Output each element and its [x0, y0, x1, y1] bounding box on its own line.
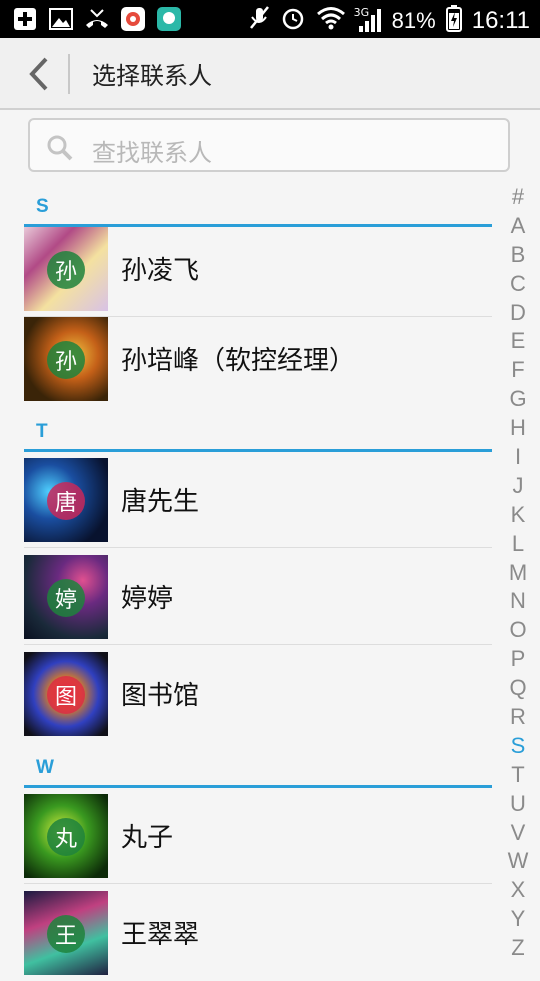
avatar: 丸 [24, 794, 108, 878]
avatar: 孙 [24, 227, 108, 311]
index-letter[interactable]: L [505, 530, 531, 559]
avatar: 王 [24, 891, 108, 975]
index-letter[interactable]: O [505, 616, 531, 645]
contact-row[interactable]: 唐 唐先生 [24, 452, 492, 548]
contact-row[interactable]: 王 王翠翠 [24, 885, 492, 981]
index-letter[interactable]: S [505, 732, 531, 761]
index-letter[interactable]: Z [505, 934, 531, 963]
image-icon [48, 6, 74, 32]
plus-square-icon [12, 6, 38, 32]
back-button[interactable] [18, 52, 58, 96]
mute-icon [248, 5, 270, 37]
contact-name: 孙培峰（软控经理） [121, 346, 356, 376]
contact-row[interactable]: 婷 婷婷 [24, 549, 492, 645]
contact-row[interactable]: 图 图书馆 [24, 646, 492, 742]
search-icon [47, 135, 73, 161]
status-bar: 3G 81% 16:11 [0, 0, 540, 38]
index-letter[interactable]: G [505, 385, 531, 414]
search-placeholder: 查找联系人 [92, 139, 212, 167]
index-letter[interactable]: F [505, 356, 531, 385]
row-divider [24, 644, 492, 645]
index-letter[interactable]: H [505, 414, 531, 443]
index-letter[interactable]: Y [505, 905, 531, 934]
index-letter[interactable]: T [505, 761, 531, 790]
index-letter[interactable]: # [505, 183, 531, 212]
contact-name: 图书馆 [121, 681, 200, 711]
app-bar-divider [68, 54, 70, 94]
avatar: 图 [24, 652, 108, 736]
avatar: 婷 [24, 555, 108, 639]
contact-name: 唐先生 [121, 487, 200, 517]
alphabet-index-bar[interactable]: # A B C D E F G H I J K L M N O P Q R S T U V W X Y Z [505, 183, 531, 963]
index-letter[interactable]: Q [505, 674, 531, 703]
page-title: 选择联系人 [92, 62, 212, 90]
index-letter[interactable]: P [505, 645, 531, 674]
missed-call-icon [84, 6, 110, 32]
index-letter[interactable]: A [505, 212, 531, 241]
contact-name: 丸子 [121, 823, 174, 853]
wifi-icon [316, 6, 346, 36]
contact-name: 孙凌飞 [121, 256, 200, 286]
index-letter[interactable]: W [505, 847, 531, 876]
chevron-left-icon [29, 57, 48, 91]
index-letter[interactable]: N [505, 587, 531, 616]
alarm-icon [280, 5, 306, 37]
contact-row[interactable]: 孙 孙凌飞 [24, 221, 492, 317]
index-letter[interactable]: X [505, 876, 531, 905]
app-bar: 选择联系人 [0, 38, 540, 110]
battery-percent: 81% [391, 8, 436, 33]
huawei-icon [156, 6, 182, 32]
row-divider [24, 547, 492, 548]
index-letter[interactable]: M [505, 559, 531, 588]
signal-icon: 3G [354, 6, 382, 34]
section-letter: T [36, 421, 48, 442]
contact-row[interactable]: 孙 孙培峰（软控经理） [24, 311, 492, 407]
index-letter[interactable]: V [505, 819, 531, 848]
app-store-icon [120, 6, 146, 32]
section-letter: S [36, 196, 49, 217]
avatar: 唐 [24, 458, 108, 542]
contact-row[interactable]: 丸 丸子 [24, 788, 492, 884]
index-letter[interactable]: K [505, 501, 531, 530]
battery-charging-icon [445, 4, 462, 38]
index-letter[interactable]: R [505, 703, 531, 732]
index-letter[interactable]: D [505, 299, 531, 328]
contact-name: 婷婷 [121, 584, 174, 614]
avatar: 孙 [24, 317, 108, 401]
index-letter[interactable]: U [505, 790, 531, 819]
row-divider [24, 883, 492, 884]
index-letter[interactable]: E [505, 327, 531, 356]
search-input[interactable]: 查找联系人 [28, 118, 510, 172]
index-letter[interactable]: B [505, 241, 531, 270]
index-letter[interactable]: J [505, 472, 531, 501]
section-letter: W [36, 757, 54, 778]
contact-name: 王翠翠 [121, 920, 200, 950]
clock: 16:11 [471, 7, 530, 34]
index-letter[interactable]: I [505, 443, 531, 472]
index-letter[interactable]: C [505, 270, 531, 299]
